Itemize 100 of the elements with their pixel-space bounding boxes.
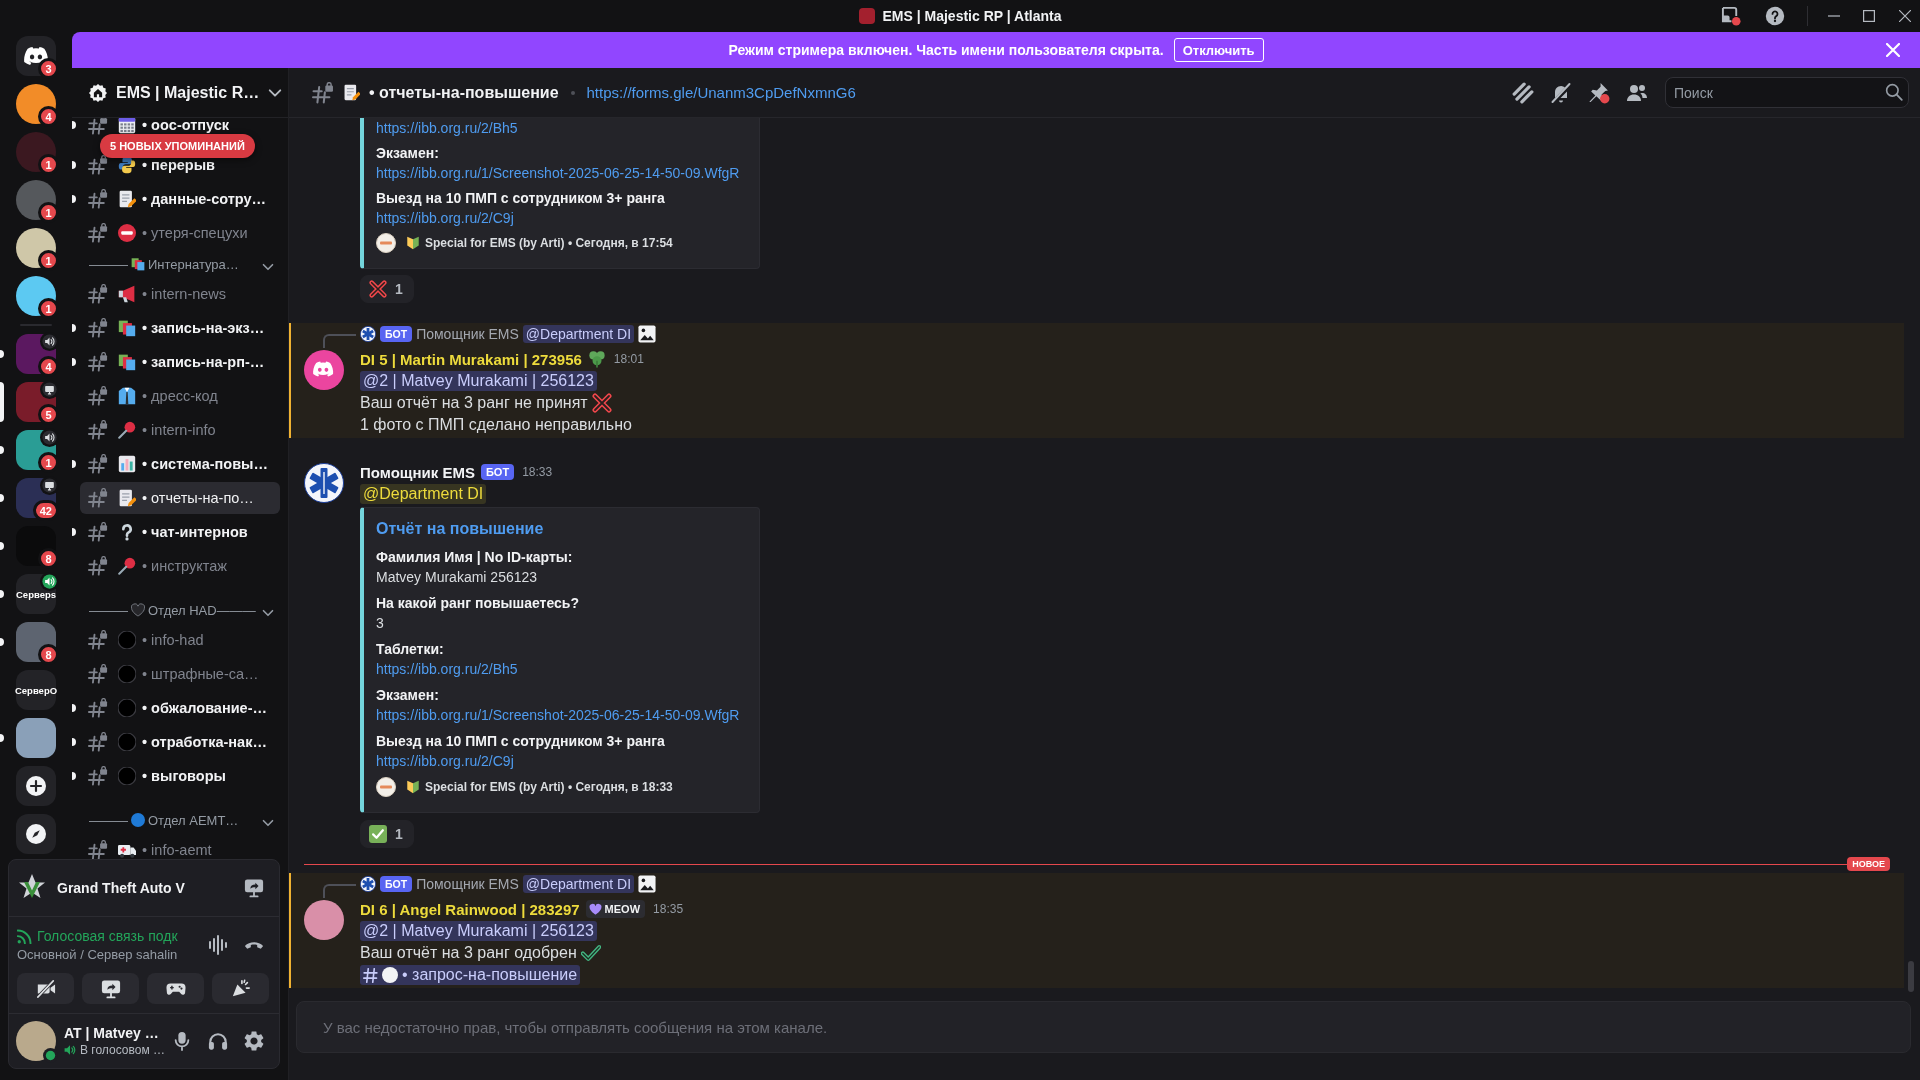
author-name[interactable]: Помощник EMS (360, 463, 475, 481)
channel-item[interactable]: • info-had (80, 624, 280, 656)
channel-item[interactable]: • утеря-спецухи (80, 217, 280, 249)
speaker-icon (40, 332, 59, 351)
server-icon (858, 8, 875, 24)
channel-item[interactable]: • инструктаж (80, 550, 280, 582)
channel-item[interactable]: • intern-info (80, 414, 280, 446)
reaction-button[interactable]: 1 (360, 820, 414, 848)
cross-mark-icon (591, 393, 612, 413)
camera-button[interactable] (17, 973, 74, 1004)
author-name[interactable]: DI 5 | Martin Murakami | 273956 (360, 350, 582, 368)
server-name[interactable]: EMS | Majestic R… (116, 83, 260, 102)
heart-icon (588, 902, 602, 916)
reply-mention[interactable]: @Department DI (522, 325, 635, 343)
user-avatar[interactable] (304, 900, 344, 940)
category-name[interactable]: Интернатура… (148, 257, 239, 273)
check-mark-icon (580, 943, 601, 963)
channel-item[interactable]: • intern-news (80, 278, 280, 310)
channel-item[interactable]: • дресс-код (80, 380, 280, 412)
embed-footer: Special for EMS (by Arti) • Сегодня, в 18:33 (425, 780, 673, 794)
reply-line (323, 334, 356, 348)
screen-share-icon[interactable] (244, 878, 264, 898)
soundboard-icon (230, 978, 251, 999)
unread-indicator (72, 704, 76, 712)
link[interactable]: https://ibb.org.ru/1/Screenshot-2025-06-25-14-50-09.WfgR (376, 163, 740, 183)
user-mention[interactable]: @2 | Matvey Murakami | 256123 (360, 371, 597, 391)
channel-item[interactable]: • чат-интернов (80, 516, 280, 548)
headphones-icon[interactable] (208, 1031, 228, 1051)
voice-status: Голосовая связь подк (37, 928, 178, 944)
search-icon[interactable] (1885, 83, 1903, 101)
hash-lock-icon (88, 630, 108, 650)
server-icon[interactable] (16, 526, 56, 566)
streamer-mode-notice: Режим стримера включен. Часть имени пользователя скрыта. (728, 42, 1164, 58)
close-icon[interactable] (1899, 10, 1911, 22)
chevron-icon[interactable] (262, 261, 274, 273)
chevron-icon[interactable] (262, 607, 274, 619)
search-field[interactable]: Поиск (1665, 77, 1909, 108)
channel-item[interactable]: • info-aemt (80, 834, 280, 859)
threads-icon[interactable] (1512, 81, 1534, 104)
server-button[interactable]: СерверО (16, 670, 56, 710)
screen-icon[interactable] (1721, 6, 1741, 26)
user-mention[interactable]: @2 | Matvey Murakami | 256123 (360, 921, 597, 941)
user-avatar[interactable] (304, 463, 344, 503)
screen-share-button[interactable] (82, 973, 139, 1004)
channel-item[interactable]: • отработка-нак… (80, 726, 280, 758)
scrollbar-thumb[interactable] (1908, 961, 1914, 992)
channel-item[interactable]: • штрафные-са… (80, 658, 280, 690)
bot-tag: БОТ (380, 326, 413, 342)
hash-icon (363, 967, 378, 983)
reply-mention[interactable]: @Department DI (522, 875, 635, 893)
embed-title[interactable]: Отчёт на повышение (376, 519, 743, 539)
maximize-icon[interactable] (1863, 10, 1875, 22)
channel-item[interactable]: • выговоры (80, 760, 280, 792)
discover-button[interactable] (16, 814, 56, 854)
channel-item[interactable]: • данные-сотру… (80, 183, 280, 215)
guild-tag[interactable]: MEOW (585, 900, 646, 918)
channel-item[interactable]: • запись-на-экз… (80, 312, 280, 344)
add-server-button[interactable] (16, 766, 56, 806)
help-icon[interactable] (1765, 6, 1785, 26)
user-avatar[interactable] (304, 350, 344, 390)
reaction-button[interactable]: 1 (360, 275, 414, 303)
channel-item[interactable]: • система-повы… (80, 448, 280, 480)
category-name[interactable]: Отдел AEMT… (148, 813, 239, 829)
channel-item[interactable]: • отчеты-на-по… (80, 482, 280, 514)
image-icon[interactable] (638, 875, 657, 893)
calendar-icon (118, 118, 136, 134)
disable-button[interactable]: Отключить (1173, 38, 1264, 62)
topic-link[interactable]: https://forms.gle/Unanm3CpDefNxmnG6 (586, 84, 856, 101)
author-name[interactable]: DI 6 | Angel Rainwood | 283297 (360, 900, 580, 918)
new-mentions-toast[interactable]: 5 НОВЫХ УПОМИНАНИЙ (100, 134, 255, 158)
role-mention[interactable]: @Department DI (360, 484, 487, 504)
online-status-icon (43, 1048, 58, 1063)
microphone-icon[interactable] (172, 1031, 192, 1051)
settings-icon[interactable] (244, 1031, 264, 1051)
link[interactable]: https://ibb.org.ru/1/Screenshot-2025-06-25-14-50-09.WfgR (376, 705, 740, 725)
soundboard-button[interactable] (212, 973, 269, 1004)
server-icon[interactable] (16, 718, 56, 758)
reply-author[interactable]: Помощник EMS (416, 326, 519, 342)
category-name[interactable]: Отдел HAD——— (148, 603, 256, 619)
activities-button[interactable] (147, 973, 204, 1004)
category-dashes: ——— (89, 603, 128, 619)
chevron-icon[interactable] (262, 817, 274, 829)
channel-item[interactable]: • запись-на-рп-… (80, 346, 280, 378)
channel-mention[interactable]: • запрос-на-повышение (360, 965, 581, 985)
image-icon[interactable] (638, 325, 657, 343)
hash-lock-icon (88, 420, 108, 440)
reply-author[interactable]: Помощник EMS (416, 876, 519, 892)
home-button[interactable] (16, 36, 56, 76)
user-avatar[interactable] (16, 1021, 56, 1061)
mention-badge: 1 (38, 452, 59, 473)
link[interactable]: https://ibb.org.ru/2/C9j (376, 751, 514, 771)
link[interactable]: https://ibb.org.ru/2/Bh5 (376, 659, 518, 679)
sound-wave-icon[interactable] (208, 935, 228, 955)
user-name[interactable]: AT | Matvey … (64, 1024, 164, 1042)
link[interactable]: https://ibb.org.ru/2/Bh5 (376, 118, 518, 138)
server-icon[interactable] (16, 622, 56, 662)
channel-item[interactable]: • обжалование-… (80, 692, 280, 724)
pin-icon[interactable] (1588, 81, 1610, 104)
link[interactable]: https://ibb.org.ru/2/C9j (376, 208, 514, 228)
bell-slash-icon[interactable] (1550, 81, 1572, 104)
